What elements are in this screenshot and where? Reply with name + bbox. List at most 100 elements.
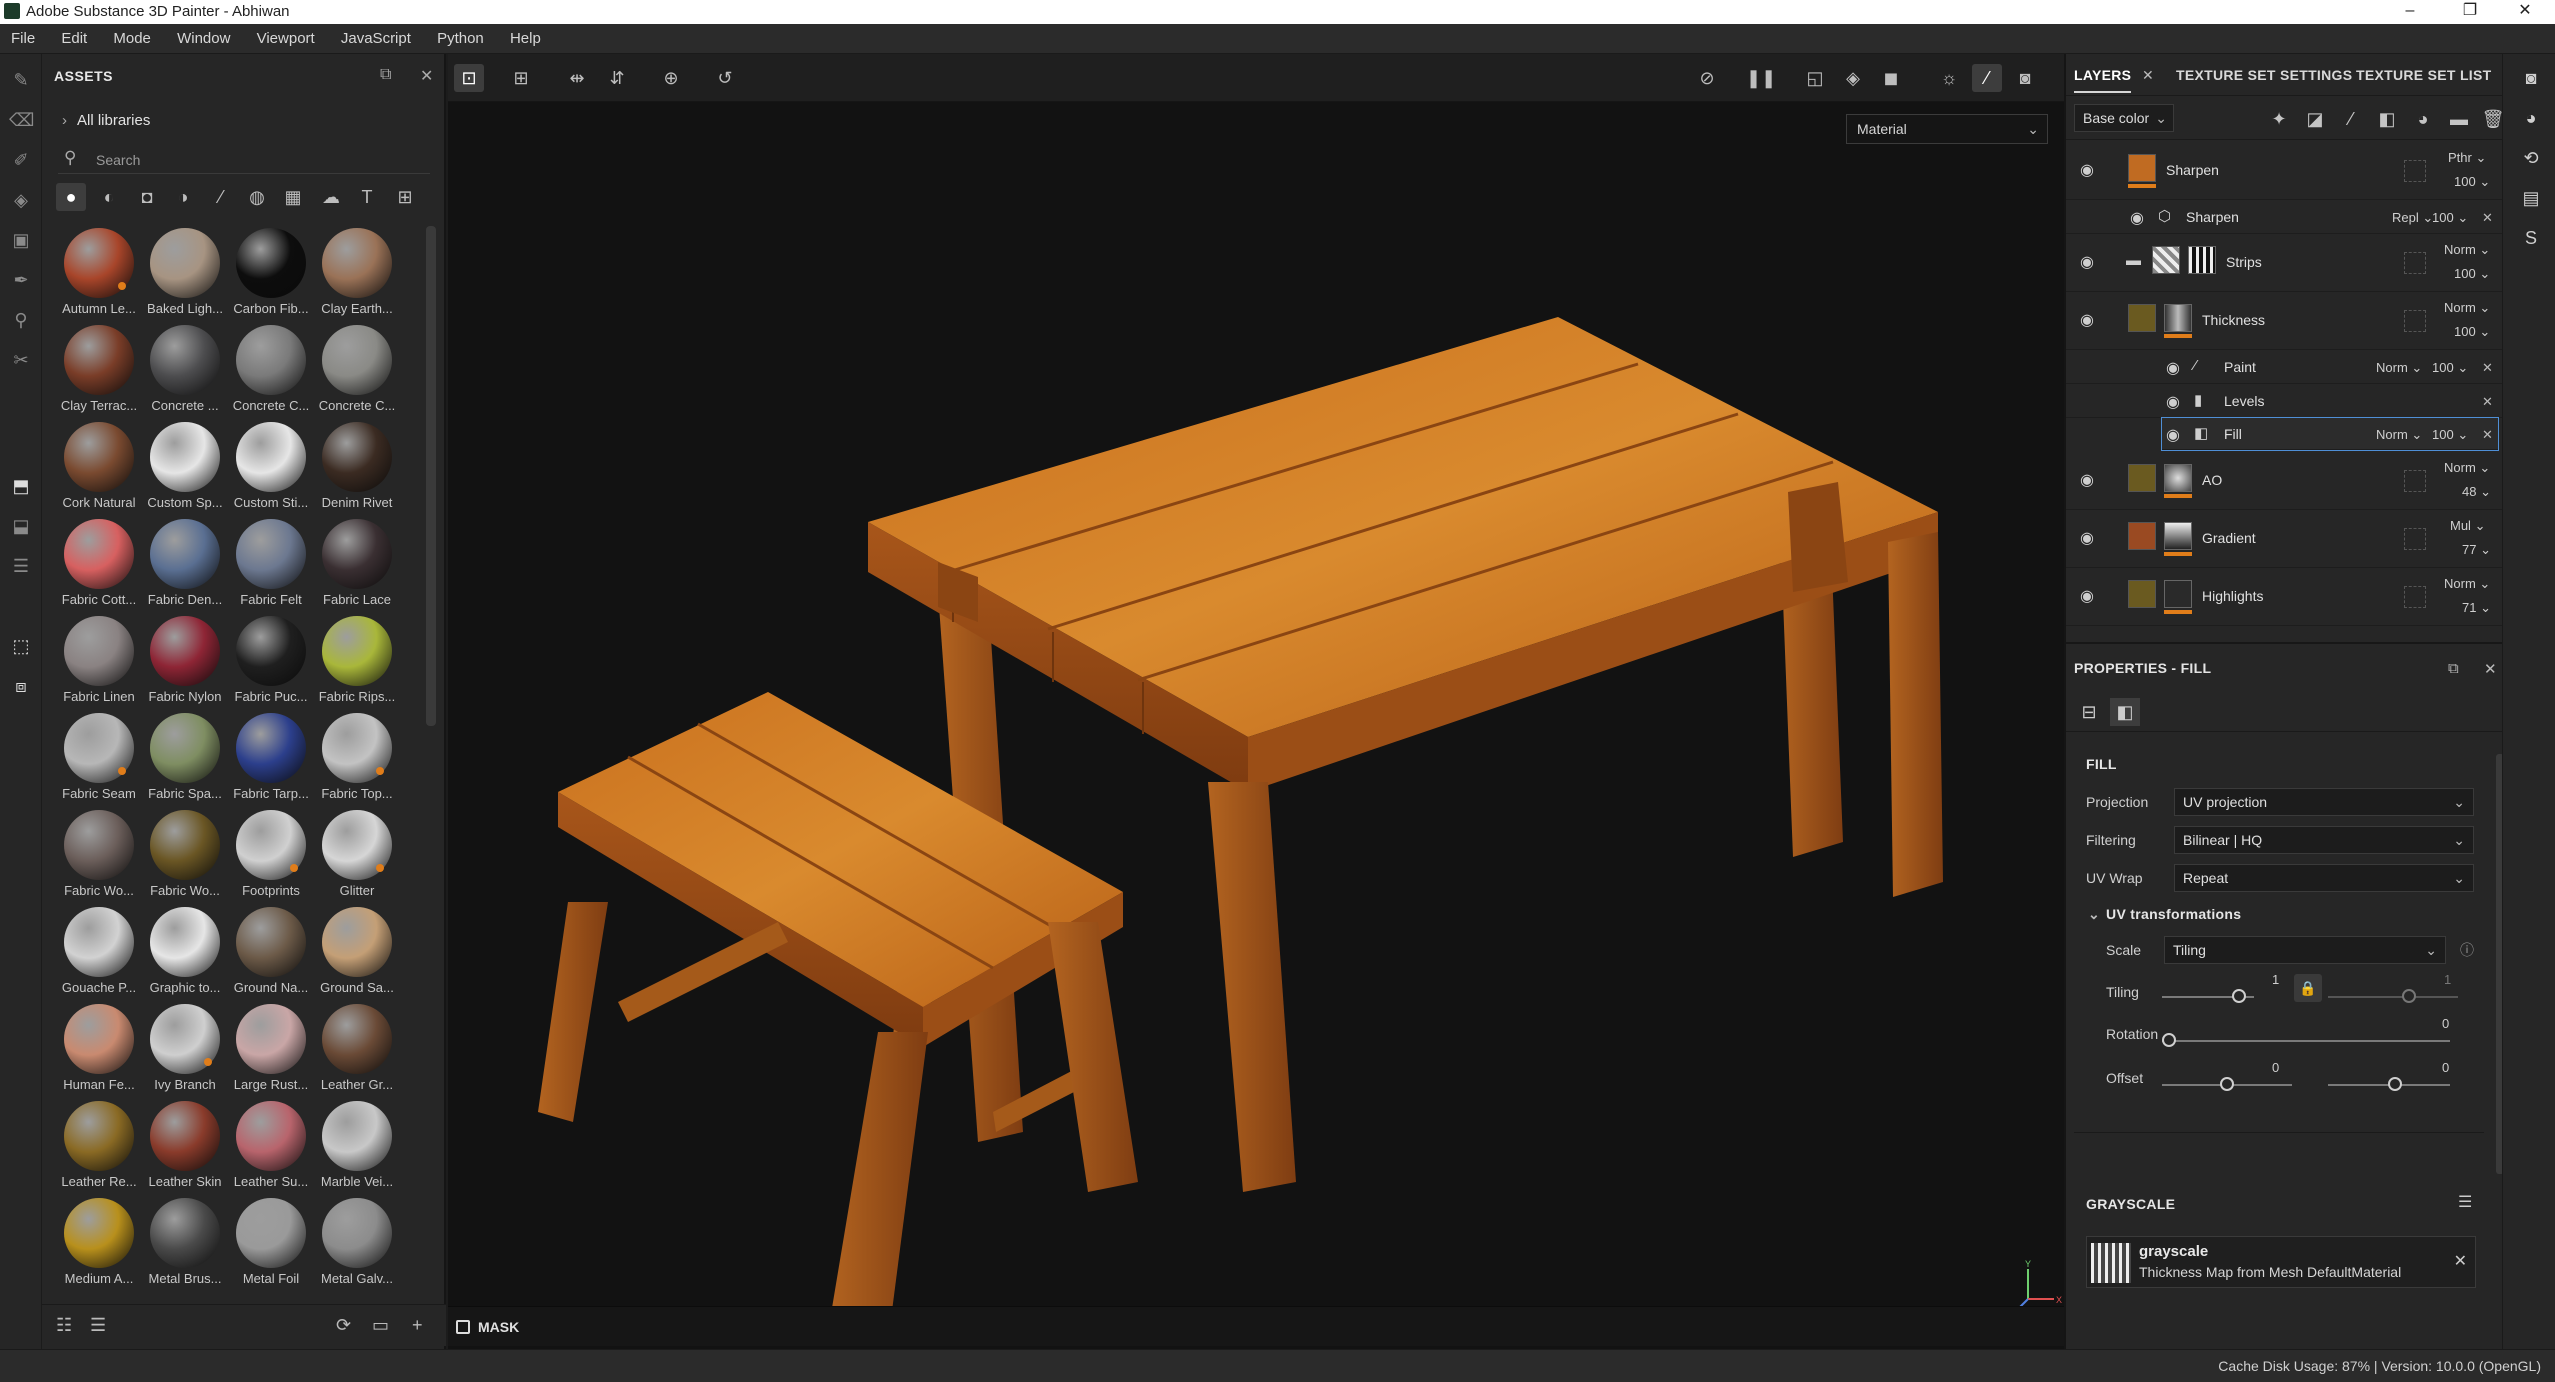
- uv-transformations-toggle[interactable]: ⌄ UV transformations: [2088, 906, 2241, 923]
- mask-effect-row[interactable]: ◉ ▮ Levels ✕: [2066, 384, 2504, 418]
- asset-thumbnail[interactable]: Custom Sp...: [136, 420, 223, 517]
- blend-mode[interactable]: Norm ⌄: [2444, 242, 2490, 258]
- folder-icon[interactable]: ▭: [372, 1315, 389, 1336]
- opacity[interactable]: 100 ⌄: [2432, 427, 2468, 443]
- layout-single-icon[interactable]: ⊡: [454, 64, 484, 92]
- info-icon[interactable]: ⓘ: [2460, 940, 2474, 960]
- blend-mode[interactable]: Repl ⌄: [2392, 210, 2433, 226]
- asset-thumbnail[interactable]: Glitter: [308, 808, 394, 905]
- asset-thumbnail[interactable]: Ivy Branch: [136, 1002, 222, 1099]
- eye-icon[interactable]: ◉: [2080, 586, 2094, 606]
- history-icon[interactable]: ⟲: [2519, 148, 2543, 172]
- layer-row[interactable]: ◉ Sharpen Pthr ⌄ 100 ⌄: [2066, 142, 2504, 200]
- blend-mode[interactable]: Mul ⌄: [2450, 518, 2485, 534]
- asset-thumbnail[interactable]: Fabric Nylon: [136, 614, 222, 711]
- layout-grid-icon[interactable]: ⊞: [506, 64, 536, 92]
- rotation-slider-knob[interactable]: [2162, 1033, 2176, 1047]
- blend-mode[interactable]: Pthr ⌄: [2448, 150, 2486, 166]
- refresh-icon[interactable]: ⟳: [336, 1315, 351, 1336]
- asset-thumbnail[interactable]: Ground Sa...: [308, 905, 394, 1002]
- asset-thumbnail[interactable]: Fabric Cott...: [50, 517, 136, 614]
- menu-edit[interactable]: Edit: [50, 24, 98, 54]
- filtering-dropdown[interactable]: Bilinear | HQ ⌄: [2174, 826, 2474, 854]
- eraser-icon[interactable]: ⌫: [9, 108, 34, 132]
- masks-filter-icon[interactable]: ◘: [132, 183, 162, 211]
- tiling-slider-knob-2[interactable]: [2402, 989, 2416, 1003]
- properties-tab-grayscale-icon[interactable]: ◧: [2110, 698, 2140, 726]
- opacity[interactable]: 100 ⌄: [2432, 360, 2468, 376]
- blend-mode[interactable]: Norm ⌄: [2444, 460, 2490, 476]
- textures-filter-icon[interactable]: ▦: [278, 183, 308, 211]
- shelf-icon[interactable]: ☰: [9, 554, 33, 578]
- smudge-icon[interactable]: ✒: [9, 268, 33, 292]
- search-field[interactable]: ⚲ Search: [58, 144, 430, 174]
- export-icon[interactable]: ⧈: [9, 674, 33, 698]
- smart-materials-filter-icon[interactable]: ◐: [94, 183, 124, 211]
- eye-icon[interactable]: ◉: [2080, 470, 2094, 490]
- remove-resource-icon[interactable]: ✕: [2454, 1251, 2467, 1271]
- asset-thumbnail[interactable]: Custom Sti...: [222, 420, 308, 517]
- layer-row[interactable]: ◉ Thickness Norm ⌄ 100 ⌄: [2066, 292, 2504, 350]
- asset-thumbnail[interactable]: Large Rust...: [222, 1002, 308, 1099]
- projection-icon[interactable]: ✐: [9, 148, 33, 172]
- blend-mode[interactable]: Norm ⌄: [2376, 360, 2422, 376]
- asset-thumbnail[interactable]: Ground Na...: [222, 905, 308, 1002]
- add-icon[interactable]: +: [412, 1315, 423, 1336]
- effect-row[interactable]: ◉ ⬡ Sharpen Repl ⌄ 100 ⌄ ✕: [2066, 200, 2504, 234]
- opacity[interactable]: 48 ⌄: [2462, 484, 2491, 500]
- clone-icon[interactable]: ⚲: [9, 308, 33, 332]
- mirror-y-icon[interactable]: ⇵: [602, 64, 632, 92]
- tab-texture-set-list[interactable]: TEXTURE SET LIST: [2356, 67, 2491, 83]
- mask-checkbox[interactable]: [456, 1320, 470, 1334]
- add-smart-material-icon[interactable]: ◕: [2410, 106, 2436, 132]
- library-selector[interactable]: › All libraries: [62, 112, 150, 129]
- menu-python[interactable]: Python: [426, 24, 495, 54]
- mask-slot[interactable]: [2404, 470, 2426, 492]
- lock-icon[interactable]: 🔒: [2294, 974, 2322, 1002]
- close-layers-tab-icon[interactable]: ✕: [2142, 67, 2154, 84]
- asset-thumbnail[interactable]: Leather Re...: [50, 1099, 137, 1196]
- maximize-button[interactable]: ❐: [2440, 0, 2500, 24]
- eye-icon[interactable]: ◉: [2166, 358, 2180, 378]
- texture-set-icon[interactable]: ⬓: [9, 514, 33, 538]
- asset-thumbnail[interactable]: Footprints: [222, 808, 308, 905]
- paint-brush-icon[interactable]: ✎: [9, 68, 33, 92]
- asset-thumbnail[interactable]: Metal Brus...: [136, 1196, 222, 1293]
- asset-thumbnail[interactable]: Fabric Wo...: [136, 808, 222, 905]
- mask-effect-row-selected[interactable]: ◉ ◧ Fill Norm ⌄ 100 ⌄ ✕: [2161, 417, 2499, 451]
- offset-v-slider-knob[interactable]: [2388, 1077, 2402, 1091]
- asset-thumbnail[interactable]: Leather Skin: [136, 1099, 222, 1196]
- undock-icon[interactable]: ⧉: [380, 66, 391, 84]
- smart-masks-filter-icon[interactable]: ◑: [168, 183, 198, 211]
- asset-thumbnail[interactable]: Fabric Wo...: [50, 808, 136, 905]
- add-folder-icon[interactable]: ▬: [2446, 106, 2472, 132]
- menu-viewport[interactable]: Viewport: [246, 24, 326, 54]
- asset-thumbnail[interactable]: Medium A...: [50, 1196, 136, 1293]
- asset-thumbnail[interactable]: Fabric Rips...: [308, 614, 395, 711]
- asset-thumbnail[interactable]: Fabric Seam: [50, 711, 136, 808]
- asset-thumbnail[interactable]: Fabric Top...: [308, 711, 394, 808]
- blend-mode[interactable]: Norm ⌄: [2376, 427, 2422, 443]
- bake-icon[interactable]: ⬚: [9, 634, 33, 658]
- rotation-slider-track[interactable]: [2162, 1040, 2450, 1042]
- asset-thumbnail[interactable]: Cork Natural: [50, 420, 136, 517]
- asset-thumbnail[interactable]: Concrete C...: [222, 323, 309, 420]
- brushes-filter-icon[interactable]: ⁄: [206, 183, 236, 211]
- tab-texture-set-settings[interactable]: TEXTURE SET SETTINGS: [2176, 67, 2352, 83]
- remove-effect-icon[interactable]: ✕: [2482, 394, 2493, 410]
- eye-icon[interactable]: ◉: [2080, 310, 2094, 330]
- grayscale-resource[interactable]: grayscale Thickness Map from Mesh Defaul…: [2086, 1236, 2476, 1288]
- tab-layers[interactable]: LAYERS: [2074, 67, 2132, 93]
- projection-dropdown[interactable]: UV projection ⌄: [2174, 788, 2474, 816]
- list-view-icon[interactable]: ☷: [56, 1315, 72, 1336]
- add-paint-layer-icon[interactable]: ⁄: [2338, 106, 2364, 132]
- asset-thumbnail[interactable]: Clay Terrac...: [50, 323, 137, 420]
- opacity[interactable]: 100 ⌄: [2454, 174, 2490, 190]
- asset-thumbnail[interactable]: Fabric Spa...: [136, 711, 222, 808]
- asset-thumbnail[interactable]: Fabric Tarp...: [222, 711, 309, 808]
- asset-thumbnail[interactable]: Concrete ...: [136, 323, 222, 420]
- substance-icon[interactable]: S: [2519, 228, 2543, 252]
- channel-dropdown[interactable]: Base color ⌄: [2074, 104, 2174, 132]
- asset-thumbnail[interactable]: Fabric Lace: [308, 517, 394, 614]
- asset-thumbnail[interactable]: Fabric Felt: [222, 517, 308, 614]
